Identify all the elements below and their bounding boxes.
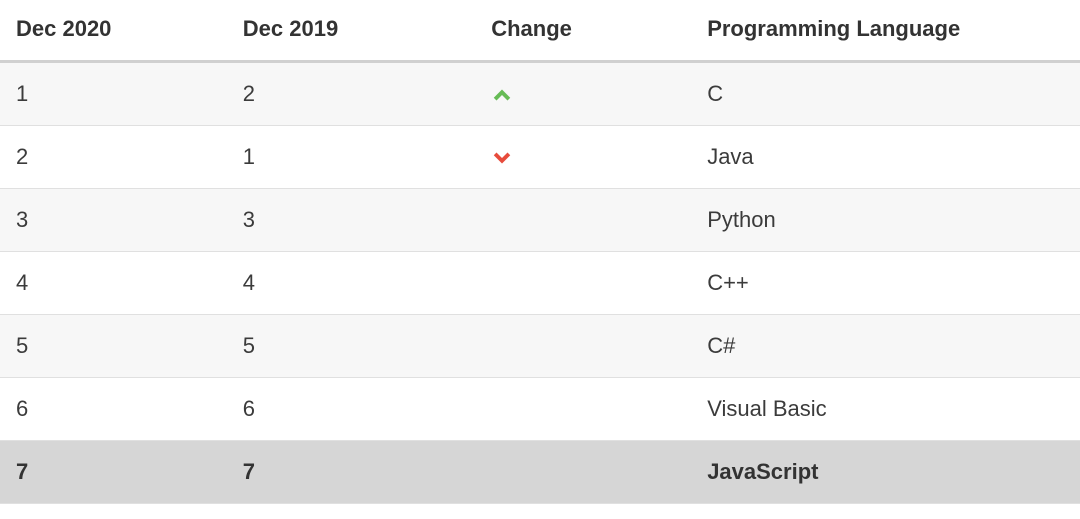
table-row: 12 C	[0, 62, 1080, 126]
cell-rank-prev: 4	[227, 252, 475, 315]
cell-rank-now: 1	[0, 62, 227, 126]
col-header-rank-prev: Dec 2019	[227, 0, 475, 62]
cell-change	[475, 126, 691, 189]
cell-lang: Visual Basic	[691, 378, 1080, 441]
cell-rank-prev: 7	[227, 441, 475, 504]
cell-rank-prev: 5	[227, 315, 475, 378]
cell-lang: JavaScript	[691, 441, 1080, 504]
chevron-up-icon	[491, 84, 513, 106]
cell-rank-prev: 3	[227, 189, 475, 252]
table-row: 21 Java	[0, 126, 1080, 189]
cell-rank-now: 6	[0, 378, 227, 441]
cell-lang: C++	[691, 252, 1080, 315]
cell-change	[475, 315, 691, 378]
cell-change	[475, 441, 691, 504]
cell-rank-now: 4	[0, 252, 227, 315]
cell-change	[475, 378, 691, 441]
cell-lang: C#	[691, 315, 1080, 378]
cell-lang: C	[691, 62, 1080, 126]
cell-change	[475, 189, 691, 252]
cell-rank-now: 7	[0, 441, 227, 504]
cell-rank-prev: 1	[227, 126, 475, 189]
cell-rank-now: 3	[0, 189, 227, 252]
table-row: 44 C++	[0, 252, 1080, 315]
cell-rank-prev: 2	[227, 62, 475, 126]
table-header-row: Dec 2020 Dec 2019 Change Programming Lan…	[0, 0, 1080, 62]
cell-lang: Java	[691, 126, 1080, 189]
cell-change	[475, 252, 691, 315]
cell-change	[475, 62, 691, 126]
table-row: 66 Visual Basic	[0, 378, 1080, 441]
cell-lang: Python	[691, 189, 1080, 252]
table-row: 55 C#	[0, 315, 1080, 378]
chevron-down-icon	[491, 147, 513, 169]
table-row: 33 Python	[0, 189, 1080, 252]
cell-rank-now: 2	[0, 126, 227, 189]
cell-rank-now: 5	[0, 315, 227, 378]
table-row: 77 JavaScript	[0, 441, 1080, 504]
ranking-table: Dec 2020 Dec 2019 Change Programming Lan…	[0, 0, 1080, 504]
ranking-table-container: Dec 2020 Dec 2019 Change Programming Lan…	[0, 0, 1080, 504]
col-header-rank-now: Dec 2020	[0, 0, 227, 62]
cell-rank-prev: 6	[227, 378, 475, 441]
col-header-lang: Programming Language	[691, 0, 1080, 62]
col-header-change: Change	[475, 0, 691, 62]
